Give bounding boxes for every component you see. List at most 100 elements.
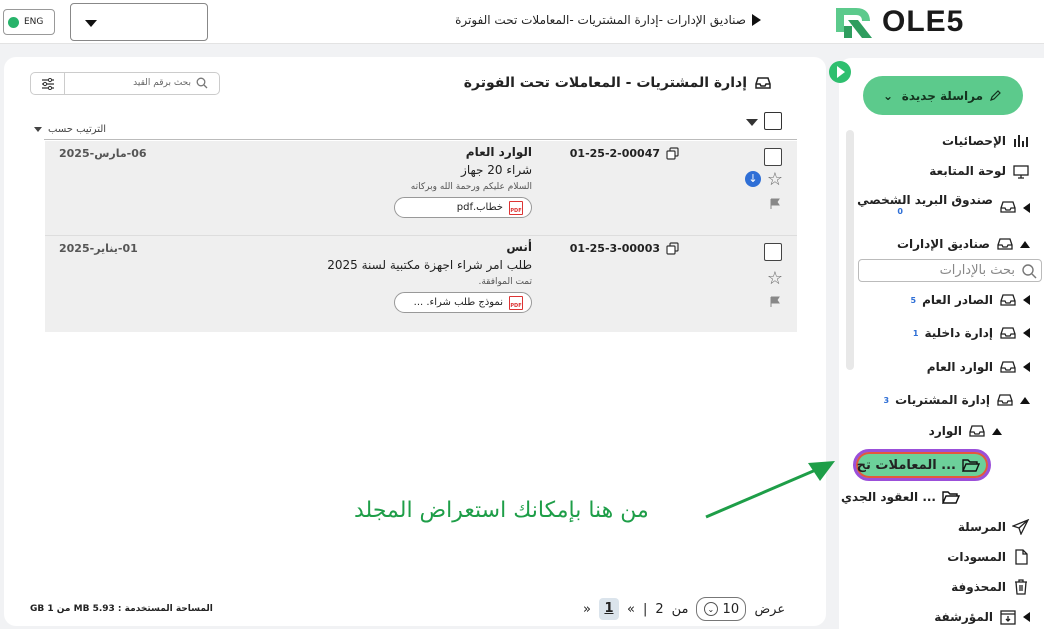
sidebar-item-dept-boxes[interactable]: صناديق الإدارات xyxy=(897,236,1030,252)
download-icon[interactable]: ↓ xyxy=(745,171,761,187)
chevron-down-icon xyxy=(34,127,42,132)
top-bar: ENG صناديق الإدارات -إدارة المشتريات -ال… xyxy=(0,0,1044,44)
sidebar-scrollbar[interactable] xyxy=(846,130,854,370)
app-logo: OLE5 xyxy=(834,4,964,40)
attachment-chip[interactable]: PDF خطاب.pdf xyxy=(394,197,532,218)
sidebar-item-procurement[interactable]: إدارة المشتريات 3 xyxy=(884,392,1030,408)
sidebar-item-general-incoming[interactable]: الوارد العام xyxy=(927,359,1030,375)
next-page-button[interactable]: » xyxy=(583,602,591,617)
page-size-select[interactable]: ⌄ 10 xyxy=(696,597,747,621)
document-icon xyxy=(1015,549,1028,565)
archive-icon xyxy=(1000,610,1016,625)
sidebar-item-label: صناديق الإدارات xyxy=(896,237,990,251)
sidebar-item-label: صندوق البريد الشخصي xyxy=(857,193,993,207)
collapse-arrow-icon[interactable] xyxy=(992,427,1002,435)
sidebar-item-label: الإحصائيات xyxy=(942,134,1006,148)
account-dropdown[interactable] xyxy=(70,3,208,41)
table-row[interactable]: ☆ 01-25-3-00003 أنس طلب امر شراء اجهزة م… xyxy=(45,235,797,332)
collapse-arrow-icon[interactable] xyxy=(1020,240,1030,248)
expand-arrow-icon[interactable] xyxy=(1023,295,1030,305)
inbox-icon xyxy=(1000,294,1016,306)
sidebar-item-dashboard[interactable]: لوحة المتابعة xyxy=(929,163,1030,179)
attachment-chip[interactable]: PDF نموذج طلب شراء. ... xyxy=(394,292,532,313)
search-box[interactable]: بحث برقم القيد xyxy=(30,72,220,95)
subject: شراء 20 جهاز xyxy=(461,163,532,177)
pdf-icon: PDF xyxy=(509,295,523,310)
flag-icon[interactable] xyxy=(769,296,781,308)
sidebar-item-internal-admin[interactable]: إدارة داخلية 1 xyxy=(913,325,1030,341)
sidebar-item-label: المحذوفة xyxy=(951,580,1006,594)
sidebar-item-general-outgoing[interactable]: الصادر العام 5 xyxy=(911,292,1030,308)
inbox-icon xyxy=(1000,361,1016,373)
inbox-icon xyxy=(1000,327,1016,339)
preview-text: السلام عليكم ورحمة الله وبركاته xyxy=(410,182,532,192)
breadcrumb-arrow-icon[interactable] xyxy=(752,14,761,26)
sidebar-item-stats[interactable]: الإحصائيات xyxy=(942,133,1030,149)
count-badge: 1 xyxy=(912,328,919,338)
star-icon[interactable]: ☆ xyxy=(767,268,783,289)
pager-separator: | xyxy=(642,601,648,617)
expand-arrow-icon[interactable] xyxy=(1023,203,1030,213)
collapse-arrow-icon[interactable] xyxy=(1020,396,1030,404)
inbox-icon xyxy=(969,425,985,437)
annotation-arrow-icon xyxy=(705,461,835,519)
sidebar-item-contracts[interactable]: العقود الجدي ... xyxy=(841,489,960,505)
sidebar-item-drafts[interactable]: المسودات xyxy=(947,549,1030,565)
department-search-input[interactable]: بحث بالإدارات xyxy=(858,259,1042,282)
sidebar-item-label: إدارة داخلية xyxy=(924,326,993,340)
bar-chart-icon xyxy=(1014,135,1028,147)
sidebar-item-personal-mailbox[interactable]: صندوق البريد الشخصي 0 xyxy=(857,193,1030,216)
reference-number[interactable]: 01-25-3-00003 xyxy=(570,242,679,255)
language-toggle[interactable]: ENG xyxy=(3,9,55,35)
copy-icon[interactable] xyxy=(666,147,679,160)
inbox-icon xyxy=(997,238,1013,250)
new-message-button[interactable]: مراسلة جديدة ⌄ xyxy=(863,76,1023,115)
current-page[interactable]: 1 xyxy=(598,598,619,620)
expand-arrow-icon[interactable] xyxy=(1023,612,1030,622)
sidebar-item-sent[interactable]: المرسلة xyxy=(958,519,1030,535)
copy-icon[interactable] xyxy=(666,242,679,255)
date: 06-مارس-2025 xyxy=(59,147,147,160)
new-message-label: مراسلة جديدة xyxy=(901,88,983,103)
storage-usage: المساحة المستخدمة : 5.93 MB من 1 GB xyxy=(30,604,213,614)
reference-number[interactable]: 01-25-2-00047 xyxy=(570,147,679,160)
inbox-icon xyxy=(997,394,1013,406)
department-search-placeholder: بحث بالإدارات xyxy=(939,263,1015,278)
sidebar-item-active-folder[interactable]: المعاملات تح ... xyxy=(853,449,991,481)
chevron-down-icon: ⌄ xyxy=(883,88,894,103)
breadcrumb-text[interactable]: صناديق الإدارات -إدارة المشتريات -المعام… xyxy=(455,13,746,27)
flag-icon[interactable] xyxy=(769,198,781,210)
star-icon[interactable]: ☆ xyxy=(767,169,783,190)
table-row[interactable]: ↓ ☆ 01-25-2-00047 الوارد العام شراء 20 ج… xyxy=(45,141,797,238)
trash-icon xyxy=(1015,579,1027,595)
show-label: عرض xyxy=(754,601,786,617)
sidebar-item-archived[interactable]: المؤرشفة xyxy=(934,609,1030,625)
search-icon xyxy=(1022,264,1037,279)
sidebar-item-deleted[interactable]: المحذوفة xyxy=(951,579,1030,595)
select-all-checkbox[interactable] xyxy=(764,112,782,130)
total-pages: 2 xyxy=(655,601,664,617)
folder-open-icon xyxy=(962,459,980,472)
sidebar-item-incoming[interactable]: الوارد xyxy=(929,423,1002,439)
row-checkbox[interactable] xyxy=(764,148,782,166)
sort-dropdown[interactable]: الترتيب حسب xyxy=(34,124,106,135)
prev-page-button[interactable]: « xyxy=(627,602,635,617)
ref-text: 01-25-3-00003 xyxy=(569,242,660,255)
breadcrumb: صناديق الإدارات -إدارة المشتريات -المعام… xyxy=(455,13,761,27)
folder-title-text: إدارة المشتريات - المعاملات تحت الفوترة xyxy=(463,75,747,91)
search-input[interactable]: بحث برقم القيد xyxy=(133,78,191,88)
divider xyxy=(44,139,797,140)
sidebar-item-label: الوارد العام xyxy=(926,360,993,374)
filter-icon[interactable] xyxy=(31,73,65,94)
subject: طلب امر شراء اجهزة مكتبية لسنة 2025 xyxy=(327,258,532,272)
date: 01-يناير-2025 xyxy=(59,242,138,255)
count-badge: 5 xyxy=(910,295,917,305)
logo-text: OLE5 xyxy=(882,5,965,38)
monitor-icon xyxy=(1013,165,1029,179)
sidebar-collapse-button[interactable] xyxy=(829,61,851,83)
expand-arrow-icon[interactable] xyxy=(1023,362,1030,372)
row-checkbox[interactable] xyxy=(764,243,782,261)
sidebar-item-label: الوارد xyxy=(928,424,962,438)
expand-arrow-icon[interactable] xyxy=(1023,328,1030,338)
select-options-caret-icon[interactable] xyxy=(746,119,758,126)
